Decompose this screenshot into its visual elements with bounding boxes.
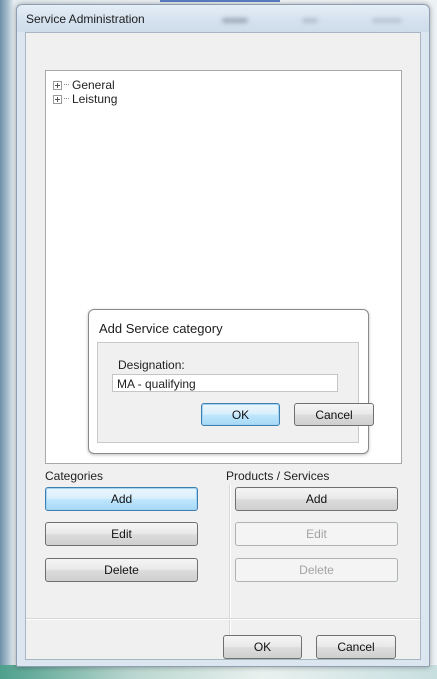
titlebar-glass-blur [372, 18, 402, 23]
category-delete-button[interactable]: Delete [45, 558, 198, 582]
expand-plus-icon[interactable] [53, 80, 62, 90]
titlebar-glass-blur [302, 18, 318, 23]
service-administration-window: Service Administration General Leistung … [16, 4, 430, 667]
footer-ok-button[interactable]: OK [223, 635, 302, 659]
tree-connector [64, 98, 69, 100]
category-tree-view[interactable]: General Leistung Add Service category De… [45, 70, 402, 464]
group-divider [229, 485, 231, 635]
dialog-cancel-button[interactable]: Cancel [294, 403, 374, 426]
designation-label: Designation: [118, 358, 185, 372]
window-title: Service Administration [26, 12, 145, 26]
product-edit-button[interactable]: Edit [235, 522, 398, 546]
desktop-accent [160, 0, 280, 2]
titlebar-glass-blur [222, 18, 248, 23]
tree-node-leistung[interactable]: Leistung [53, 92, 117, 106]
category-add-button[interactable]: Add [45, 487, 198, 511]
footer-separator [26, 618, 420, 620]
desktop-taskbar-strip [0, 665, 437, 679]
footer-cancel-button[interactable]: Cancel [316, 635, 396, 659]
dialog-title: Add Service category [99, 321, 223, 336]
designation-input[interactable]: MA - qualifying [112, 374, 338, 392]
expand-plus-icon[interactable] [53, 94, 62, 104]
tree-node-label: General [72, 78, 115, 92]
tree-node-general[interactable]: General [53, 78, 115, 92]
dialog-body: Designation: MA - qualifying OK Cancel [97, 342, 374, 443]
tree-connector [64, 84, 69, 86]
add-service-category-dialog: Add Service category Designation: MA - q… [88, 309, 374, 454]
product-delete-button[interactable]: Delete [235, 558, 398, 582]
categories-heading: Categories [45, 469, 104, 483]
window-client-area: General Leistung Add Service category De… [25, 32, 421, 660]
product-add-button[interactable]: Add [235, 487, 398, 511]
category-edit-button[interactable]: Edit [45, 522, 198, 546]
title-bar[interactable]: Service Administration [17, 5, 429, 32]
products-services-heading: Products / Services [226, 469, 330, 483]
dialog-ok-button[interactable]: OK [201, 403, 280, 426]
tree-node-label: Leistung [72, 92, 118, 106]
